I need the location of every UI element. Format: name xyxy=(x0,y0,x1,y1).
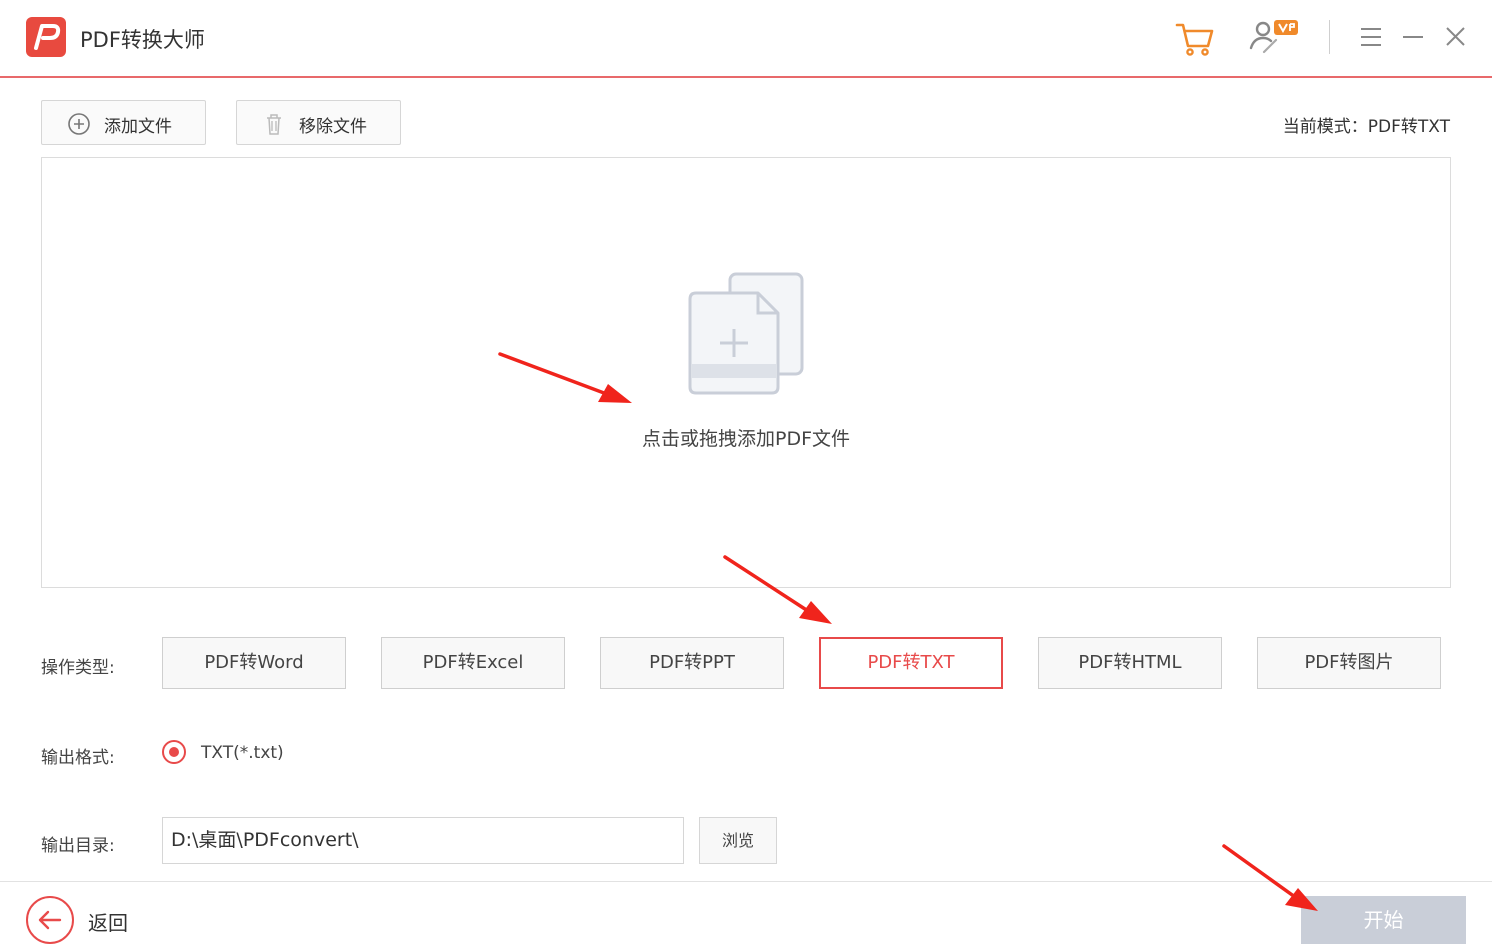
titlebar-separator xyxy=(1329,20,1330,54)
title-bar: PDF转换大师 xyxy=(0,0,1492,78)
output-dir-input[interactable]: D:\桌面\PDFconvert\ xyxy=(162,817,684,864)
browse-button[interactable]: 浏览 xyxy=(699,817,777,864)
remove-file-button[interactable]: 移除文件 xyxy=(236,100,401,145)
op-pdf-to-word-button[interactable]: PDF转Word xyxy=(162,637,346,689)
close-icon[interactable] xyxy=(1436,16,1480,60)
footer-divider xyxy=(0,881,1492,882)
output-dir-label: 输出目录: xyxy=(41,836,115,856)
output-format-label: 输出格式: xyxy=(41,748,115,768)
pdf-logo-icon xyxy=(26,17,66,57)
drop-hint-text: 点击或拖拽添加PDF文件 xyxy=(641,428,851,450)
menu-icon[interactable] xyxy=(1352,16,1396,60)
op-pdf-to-image-button[interactable]: PDF转图片 xyxy=(1257,637,1441,689)
txt-format-label: TXT(*.txt) xyxy=(201,743,284,763)
op-pdf-to-ppt-button[interactable]: PDF转PPT xyxy=(600,637,784,689)
operation-type-label: 操作类型: xyxy=(41,658,115,678)
vip-user-icon[interactable] xyxy=(1246,16,1298,60)
app-title: PDF转换大师 xyxy=(80,28,205,52)
txt-format-radio[interactable] xyxy=(162,740,186,764)
plus-circle-icon xyxy=(66,111,92,141)
file-drop-zone[interactable]: 点击或拖拽添加PDF文件 xyxy=(41,157,1451,588)
add-file-button[interactable]: 添加文件 xyxy=(41,100,206,145)
back-arrow-icon[interactable] xyxy=(26,896,74,944)
op-pdf-to-excel-button[interactable]: PDF转Excel xyxy=(381,637,565,689)
op-pdf-to-txt-button[interactable]: PDF转TXT xyxy=(819,637,1003,689)
trash-icon xyxy=(261,111,287,141)
add-file-label: 添加文件 xyxy=(104,117,172,137)
minimize-icon[interactable] xyxy=(1394,16,1438,60)
current-mode-text: 当前模式：PDF转TXT xyxy=(1282,117,1450,137)
back-button[interactable]: 返回 xyxy=(88,907,128,936)
add-file-icon xyxy=(688,271,808,405)
start-button[interactable]: 开始 xyxy=(1301,896,1466,944)
cart-icon[interactable] xyxy=(1172,16,1216,60)
op-pdf-to-html-button[interactable]: PDF转HTML xyxy=(1038,637,1222,689)
remove-file-label: 移除文件 xyxy=(299,117,367,137)
